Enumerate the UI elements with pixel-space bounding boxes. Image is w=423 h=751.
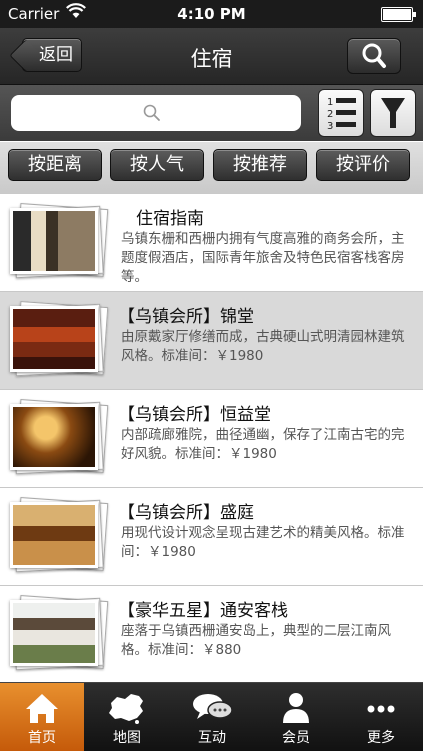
chat-bubbles-icon — [193, 694, 233, 719]
sort-by-rating-button[interactable]: 按评价 — [316, 149, 410, 181]
room-photo — [10, 208, 98, 274]
tab-map[interactable]: 地图 — [85, 683, 169, 751]
room-photo — [10, 404, 98, 470]
tab-interaction[interactable]: 互动 — [170, 683, 254, 751]
thumbnail-stack — [10, 203, 109, 279]
accommodation-list: 住宿指南 乌镇东栅和西栅内拥有气度高雅的商务会所，主题度假酒店，国际青年旅舍及特… — [0, 194, 423, 682]
item-title: 住宿指南 — [136, 209, 204, 229]
sort-bar: 按距离 按人气 按推荐 按评价 — [0, 142, 423, 194]
person-icon — [283, 693, 309, 723]
tab-home-label: 首页 — [28, 730, 56, 746]
room-photo — [10, 306, 98, 372]
tab-more[interactable]: 更多 — [339, 683, 423, 751]
sort-by-recommendation-button[interactable]: 按推荐 — [213, 149, 307, 181]
list-item[interactable]: 住宿指南 乌镇东栅和西栅内拥有气度高雅的商务会所，主题度假酒店，国际青年旅舍及特… — [0, 194, 423, 292]
search-bar: 1 2 3 — [0, 85, 423, 141]
building-photo — [10, 600, 98, 666]
battery-icon — [381, 7, 416, 22]
thumbnail-stack — [10, 595, 109, 671]
item-title: 【乌镇会所】盛庭 — [118, 503, 254, 523]
home-icon — [26, 694, 58, 723]
svg-text:1: 1 — [327, 97, 333, 108]
item-description: 由原戴家厅修缮而成，古典硬山式明清园林建筑风格。标准间：￥1980 — [121, 329, 405, 364]
tab-bar: 首页 地图 互动 会员 更多 — [0, 682, 423, 751]
search-icon — [143, 104, 160, 121]
list-item[interactable]: 【乌镇会所】恒益堂 内部疏廊雅院，曲径通幽，保存了江南古宅的完好风貌。标准间：￥… — [0, 390, 423, 488]
tab-map-label: 地图 — [113, 730, 141, 746]
back-button-label: 返回 — [39, 45, 73, 65]
item-title: 【乌镇会所】恒益堂 — [118, 405, 271, 425]
filter-icon — [381, 98, 405, 128]
search-input[interactable] — [11, 95, 301, 131]
search-icon — [362, 43, 386, 68]
tab-home[interactable]: 首页 — [0, 683, 84, 751]
list-item[interactable]: 【乌镇会所】盛庭 用现代设计观念呈现古建艺术的精美风格。标准间：￥1980 — [0, 488, 423, 586]
china-map-icon — [109, 694, 143, 724]
numbered-list-icon: 1 2 3 — [327, 97, 356, 132]
more-dots-icon — [367, 705, 395, 713]
svg-text:2: 2 — [327, 109, 333, 120]
sort-by-distance-button[interactable]: 按距离 — [8, 149, 102, 181]
svg-text:3: 3 — [327, 121, 333, 132]
item-description: 内部疏廊雅院，曲径通幽，保存了江南古宅的完好风貌。标准间：￥1980 — [121, 427, 405, 462]
thumbnail-stack — [10, 497, 109, 573]
tab-member[interactable]: 会员 — [254, 683, 338, 751]
tab-member-label: 会员 — [282, 730, 310, 746]
list-item[interactable]: 【乌镇会所】锦堂 由原戴家厅修缮而成，古典硬山式明清园林建筑风格。标准间：￥19… — [0, 292, 423, 390]
search-button[interactable] — [347, 38, 401, 74]
item-title: 【乌镇会所】锦堂 — [118, 307, 254, 327]
clock: 4:10 PM — [177, 5, 246, 23]
item-description: 座落于乌镇西栅通安岛上，典型的二层江南风格。标准间：￥880 — [121, 623, 391, 658]
navigation-bar: 返回 住宿 — [0, 28, 423, 85]
room-photo — [10, 502, 98, 568]
tab-more-label: 更多 — [367, 730, 395, 746]
list-view-button[interactable]: 1 2 3 — [318, 89, 364, 137]
tab-interaction-label: 互动 — [198, 730, 226, 746]
item-title: 【豪华五星】通安客栈 — [118, 601, 288, 621]
thumbnail-stack — [10, 301, 109, 377]
status-bar: Carrier 4:10 PM — [0, 0, 423, 28]
item-description: 用现代设计观念呈现古建艺术的精美风格。标准间：￥1980 — [121, 525, 405, 560]
list-item[interactable]: 【豪华五星】通安客栈 座落于乌镇西栅通安岛上，典型的二层江南风格。标准间：￥88… — [0, 586, 423, 682]
item-description: 乌镇东栅和西栅内拥有气度高雅的商务会所，主题度假酒店，国际青年旅舍及特色民宿客栈… — [121, 231, 405, 285]
sort-by-popularity-button[interactable]: 按人气 — [110, 149, 204, 181]
filter-button[interactable] — [370, 89, 416, 137]
thumbnail-stack — [10, 399, 109, 475]
